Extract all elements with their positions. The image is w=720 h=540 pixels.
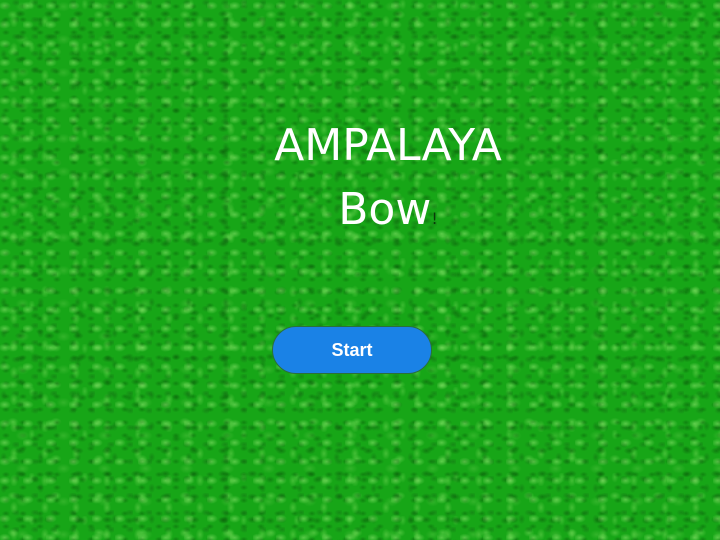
title-screen: AMPALAYA Bow! Start xyxy=(0,0,720,540)
game-title-line-2: Bow! xyxy=(0,188,720,232)
game-title-word: Bow xyxy=(338,184,432,235)
game-title-line-1: AMPALAYA xyxy=(274,120,502,171)
start-button[interactable]: Start xyxy=(272,326,432,374)
game-title-exclamation: ! xyxy=(431,209,438,228)
